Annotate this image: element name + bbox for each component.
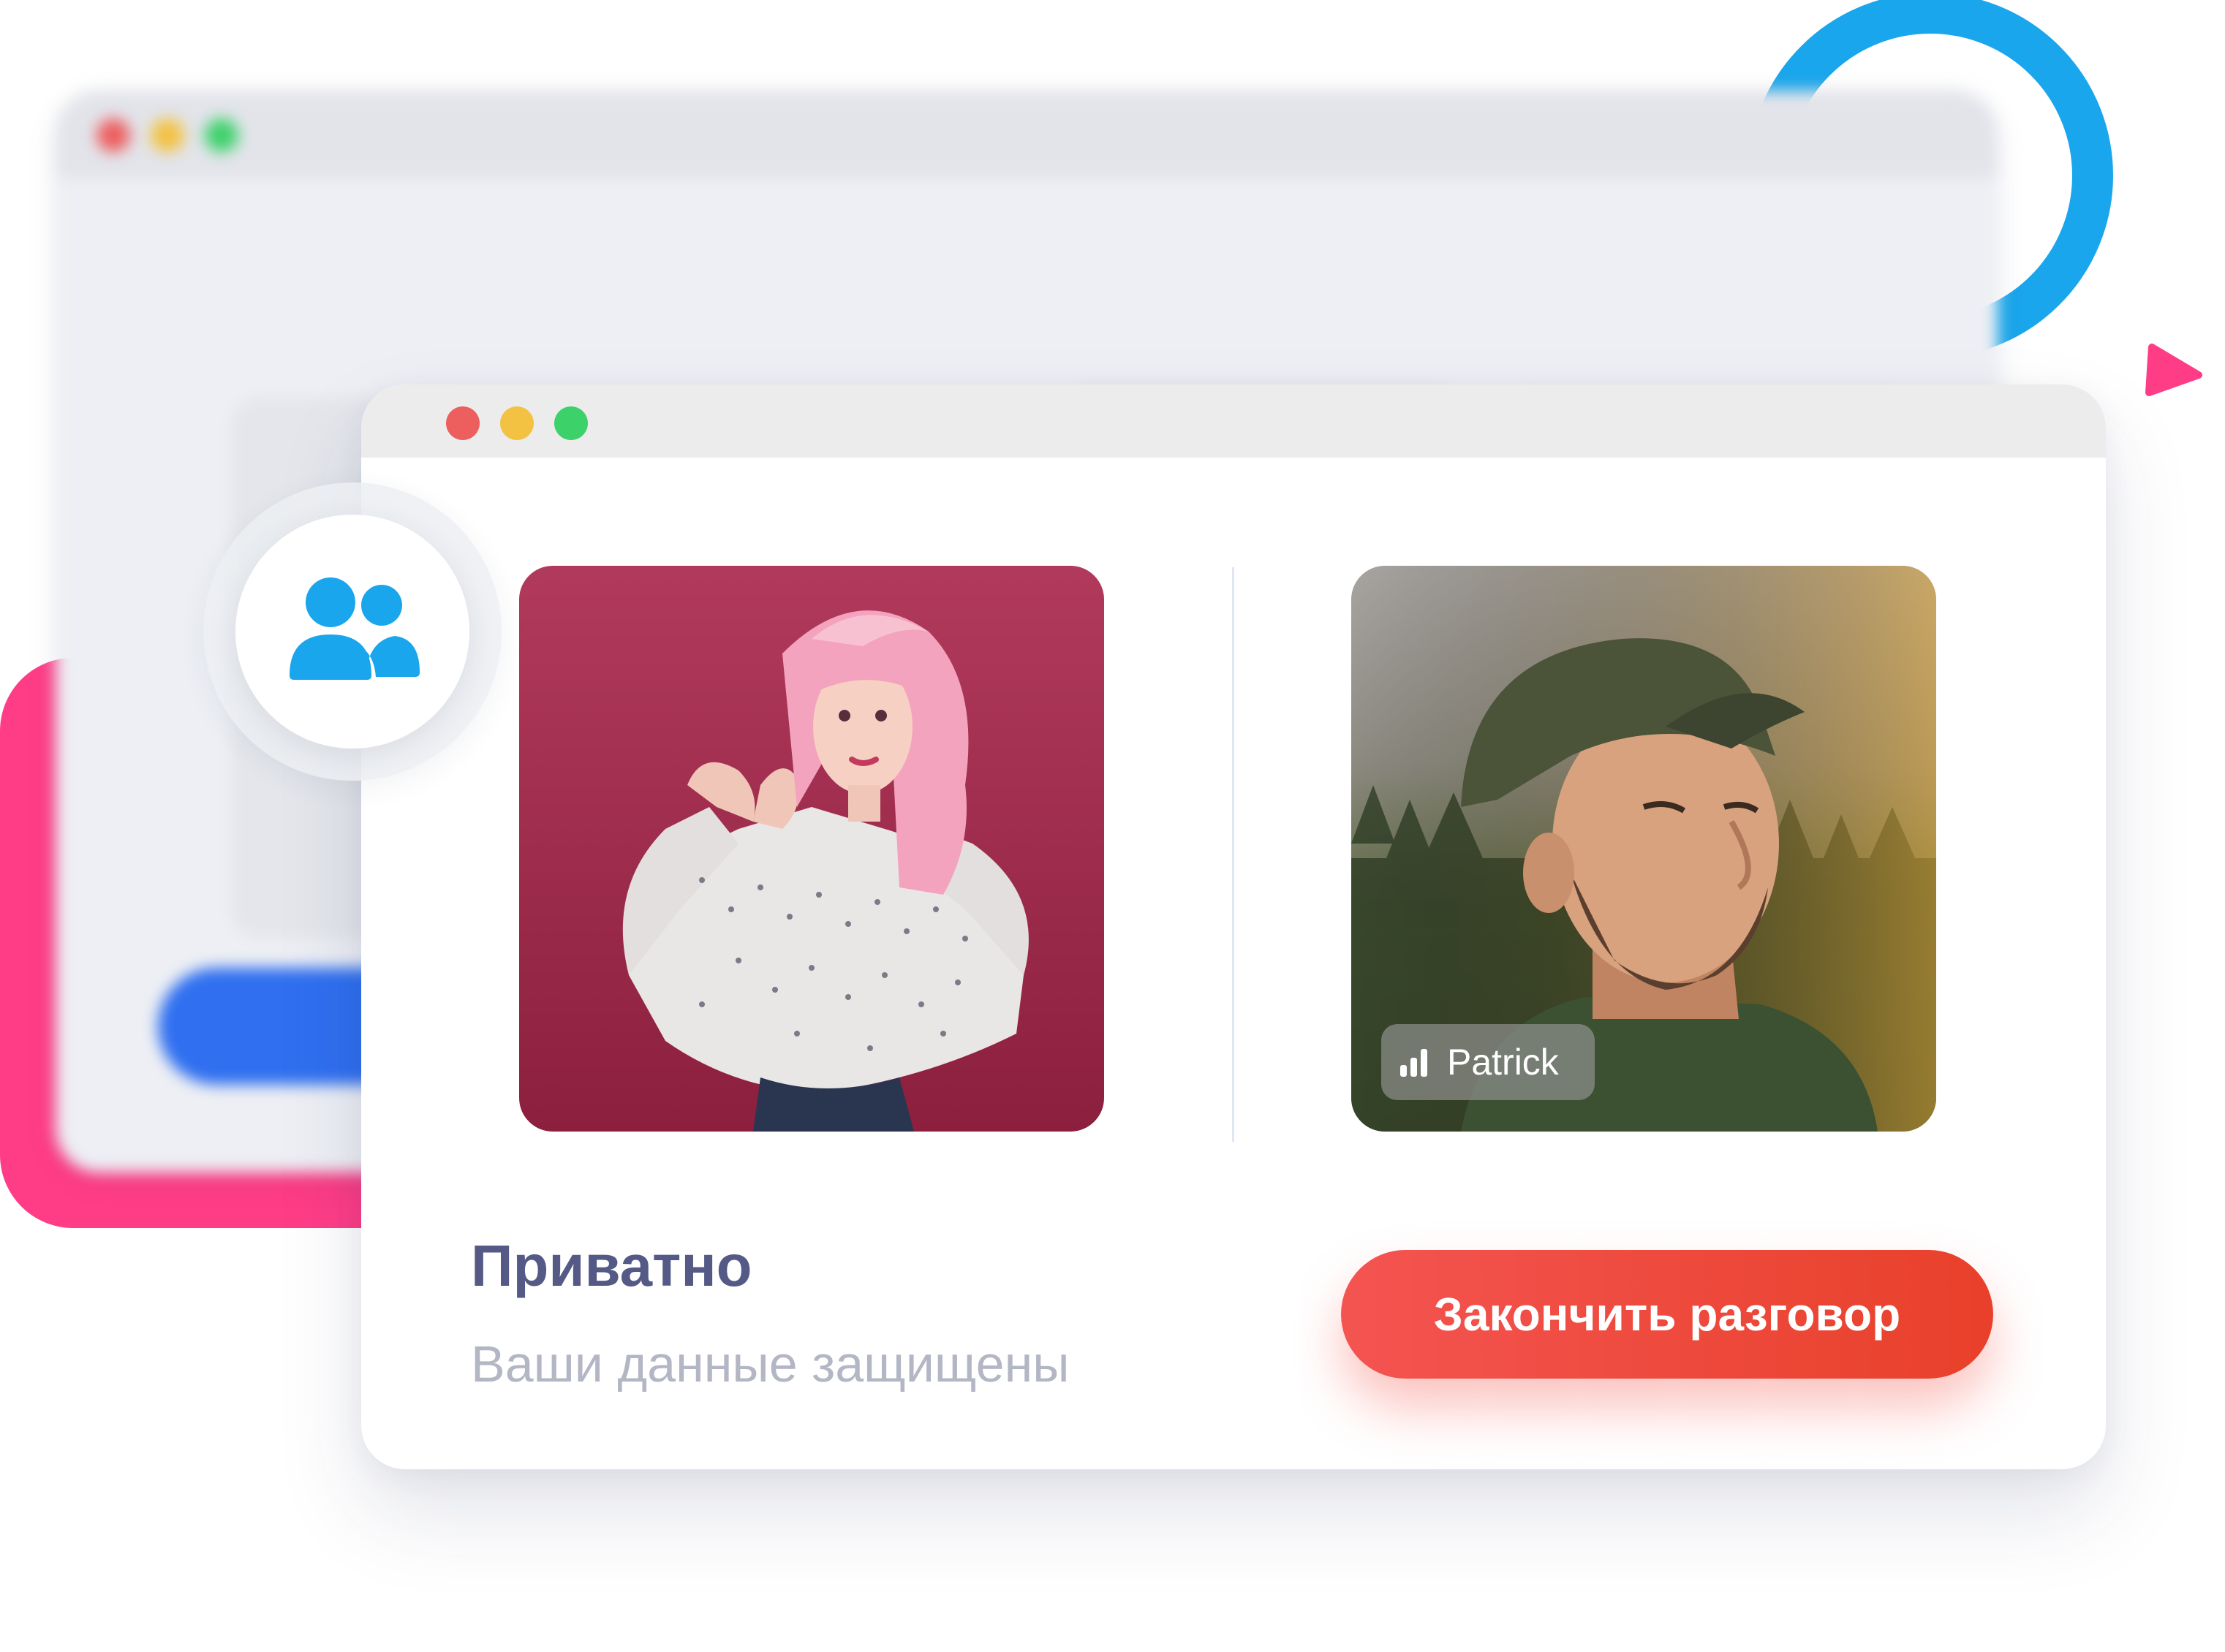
- window-close-button[interactable]: [446, 406, 480, 440]
- background-window-titlebar: [56, 91, 1998, 178]
- decorative-triangle-icon: [2145, 344, 2202, 396]
- window-minimize-button[interactable]: [500, 406, 534, 440]
- users-badge-inner: [235, 515, 469, 749]
- video-divider: [1232, 567, 1234, 1142]
- background-close-dot: [97, 118, 130, 152]
- call-window: Patrick Приватно Ваши данные защищены За…: [361, 384, 2106, 1469]
- signal-bars-icon: [1400, 1047, 1432, 1077]
- users-badge: [203, 482, 502, 781]
- background-minimize-dot: [151, 118, 184, 152]
- window-maximize-button[interactable]: [554, 406, 588, 440]
- local-video-tile: [519, 566, 1104, 1132]
- stage: Patrick Приватно Ваши данные защищены За…: [0, 0, 2225, 1652]
- participant-name: Patrick: [1447, 1042, 1559, 1083]
- privacy-subtitle: Ваши данные защищены: [471, 1335, 1070, 1393]
- end-call-button[interactable]: Закончить разговор: [1341, 1250, 1993, 1379]
- users-icon: [290, 577, 420, 680]
- woman-video-image: [519, 566, 1104, 1132]
- window-titlebar: [361, 384, 2106, 458]
- privacy-title: Приватно: [471, 1233, 752, 1298]
- participant-name-badge: Patrick: [1381, 1024, 1595, 1100]
- background-maximize-dot: [205, 118, 238, 152]
